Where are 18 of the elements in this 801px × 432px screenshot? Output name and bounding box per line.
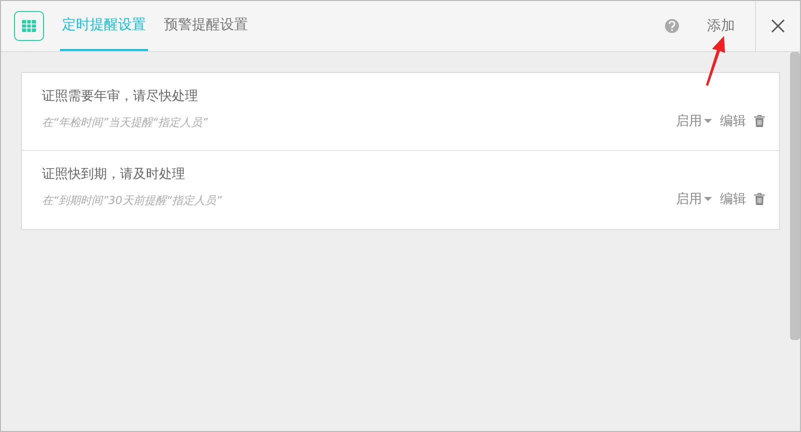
add-button[interactable]: 添加 <box>699 1 743 51</box>
annotation-arrow <box>704 36 728 86</box>
status-dropdown[interactable]: 启用 <box>676 112 712 131</box>
status-dropdown[interactable]: 启用 <box>676 190 712 209</box>
rule-description: 在“到期时间”30天前提醒“指定人员” <box>42 192 223 208</box>
caret-icon <box>704 197 712 202</box>
trash-icon[interactable] <box>754 193 765 206</box>
edit-button[interactable]: 编辑 <box>720 112 746 131</box>
tab[interactable]: 预警提醒设置 <box>162 1 250 51</box>
rule-description: 在“年检时间”当天提醒“指定人员” <box>42 114 209 130</box>
rule-title: 证照快到期，请及时处理 <box>42 166 186 184</box>
help-icon[interactable] <box>665 19 679 33</box>
trash-icon[interactable] <box>754 115 765 128</box>
caret-icon <box>704 119 712 124</box>
rule-title: 证照需要年审，请尽快处理 <box>42 88 199 106</box>
edit-button[interactable]: 编辑 <box>720 190 746 209</box>
tab[interactable]: 定时提醒设置 <box>60 1 148 51</box>
table-icon <box>14 11 44 41</box>
